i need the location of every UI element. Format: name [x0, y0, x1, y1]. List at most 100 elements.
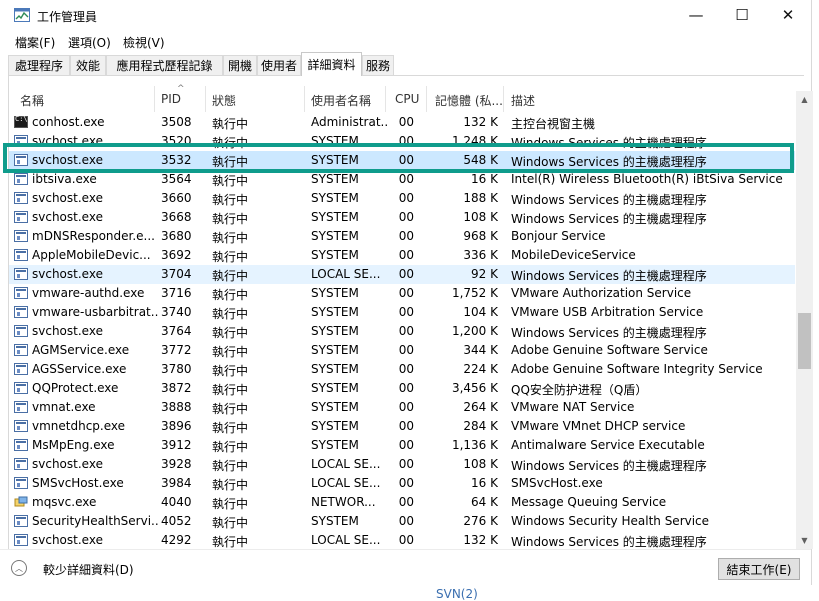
- console-icon: [14, 115, 28, 128]
- process-memory: 264 K: [463, 400, 498, 414]
- table-row[interactable]: svchost.exe 3668 執行中 SYSTEM 00 108 K Windows S…: [9, 208, 795, 227]
- process-name: mDNSResponder.e...: [32, 229, 155, 243]
- end-task-button[interactable]: 結束工作(E): [718, 558, 800, 580]
- process-user: SYSTEM: [311, 229, 359, 243]
- column-header-description[interactable]: 描述: [511, 92, 535, 109]
- column-header-status[interactable]: 狀態: [212, 92, 236, 109]
- column-divider[interactable]: [385, 86, 386, 112]
- column-divider[interactable]: [426, 86, 427, 112]
- table-row[interactable]: QQProtect.exe 3872 執行中 SYSTEM 00 3,456 K QQ安全防…: [9, 379, 795, 398]
- process-user: Administrat...: [311, 115, 387, 129]
- process-cpu: 00: [398, 115, 414, 129]
- table-row[interactable]: svchost.exe 3704 執行中 LOCAL SE... 00 92 K Windo…: [9, 265, 795, 284]
- process-pid: 3872: [161, 381, 192, 395]
- selection-highlight-box: [3, 143, 794, 173]
- process-description: Adobe Genuine Software Integrity Service: [511, 362, 763, 376]
- process-name: QQProtect.exe: [32, 381, 119, 395]
- menu-options[interactable]: 選項(O): [68, 34, 111, 51]
- process-status: 執行中: [212, 535, 249, 549]
- process-pid: 3564: [161, 172, 192, 186]
- table-row[interactable]: vmnetdhcp.exe 3896 執行中 SYSTEM 00 284 K VMware …: [9, 417, 795, 436]
- tab-app-history[interactable]: 應用程式歷程記錄: [106, 55, 223, 75]
- column-divider[interactable]: [503, 86, 504, 112]
- minimize-button[interactable]: —: [673, 0, 719, 30]
- table-row[interactable]: conhost.exe 3508 執行中 Administrat... 00 132 K 主…: [9, 113, 795, 132]
- fewer-details-link[interactable]: 較少詳細資料(D): [43, 561, 134, 578]
- process-status: 執行中: [212, 364, 249, 378]
- table-row[interactable]: AGSService.exe 3780 執行中 SYSTEM 00 224 K Adobe …: [9, 360, 795, 379]
- window-title: 工作管理員: [37, 10, 98, 24]
- table-row[interactable]: SMSvcHost.exe 3984 執行中 LOCAL SE... 00 16 K SMS…: [9, 474, 795, 493]
- column-divider[interactable]: [154, 86, 155, 112]
- scrollbar-thumb[interactable]: [798, 313, 811, 369]
- process-user: SYSTEM: [311, 248, 359, 262]
- process-status: 執行中: [212, 421, 249, 435]
- process-user: SYSTEM: [311, 400, 359, 414]
- process-memory: 108 K: [463, 210, 498, 224]
- table-row[interactable]: svchost.exe 3660 執行中 SYSTEM 00 188 K Windows S…: [9, 189, 795, 208]
- maximize-button[interactable]: ☐: [719, 0, 765, 30]
- process-name: svchost.exe: [32, 324, 103, 338]
- table-row[interactable]: svchost.exe 3928 執行中 LOCAL SE... 00 108 K Wind…: [9, 455, 795, 474]
- table-row[interactable]: vmnat.exe 3888 執行中 SYSTEM 00 264 K VMware NAT …: [9, 398, 795, 417]
- column-header-user[interactable]: 使用者名稱: [311, 92, 371, 109]
- process-memory: 224 K: [463, 362, 498, 376]
- service-icon: [14, 287, 28, 299]
- process-cpu: 00: [398, 457, 414, 471]
- tab-performance[interactable]: 效能: [70, 55, 106, 75]
- scroll-up-arrow-icon[interactable]: ▲: [796, 91, 813, 108]
- collapse-chevron-up-icon[interactable]: ︿: [11, 560, 27, 576]
- tab-details[interactable]: 詳細資料: [301, 52, 362, 76]
- process-pid: 3716: [161, 286, 192, 300]
- process-description: VMware Authorization Service: [511, 286, 692, 300]
- service-icon: [14, 173, 28, 185]
- table-row[interactable]: AppleMobileDevic... 3692 執行中 SYSTEM 00 336 K M…: [9, 246, 795, 265]
- task-manager-window: 工作管理員 — ☐ ✕ 檔案(F) 選項(O) 檢視(V) 處理程序 效能 應用…: [0, 0, 813, 585]
- process-name: mqsvc.exe: [32, 495, 97, 509]
- process-cpu: 00: [398, 495, 414, 509]
- table-row[interactable]: AGMService.exe 3772 執行中 SYSTEM 00 344 K Adobe …: [9, 341, 795, 360]
- column-header-pid[interactable]: PID: [161, 92, 181, 106]
- table-row[interactable]: mqsvc.exe 4040 執行中 NETWOR... 00 64 K Message Q…: [9, 493, 795, 512]
- table-row[interactable]: mDNSResponder.e... 3680 執行中 SYSTEM 00 968 K Bo…: [9, 227, 795, 246]
- scroll-down-arrow-icon[interactable]: ▼: [796, 532, 813, 549]
- process-user: LOCAL SE...: [311, 533, 381, 547]
- process-memory: 108 K: [463, 457, 498, 471]
- column-header-name[interactable]: 名稱: [20, 92, 44, 109]
- table-row[interactable]: svchost.exe 3764 執行中 SYSTEM 00 1,200 K Windows…: [9, 322, 795, 341]
- service-icon: [14, 420, 28, 432]
- process-description: Bonjour Service: [511, 229, 606, 243]
- service-icon: [14, 306, 28, 318]
- table-row[interactable]: svchost.exe 4292 執行中 LOCAL SE... 00 132 K Wind…: [9, 531, 795, 549]
- background-window-text: SVN(2): [436, 587, 478, 601]
- column-divider[interactable]: [205, 86, 206, 112]
- tab-startup[interactable]: 開機: [223, 55, 257, 75]
- column-header-memory[interactable]: 記憶體 (私...: [435, 92, 503, 109]
- process-description: Antimalware Service Executable: [511, 438, 705, 452]
- process-pid: 3912: [161, 438, 192, 452]
- tab-processes[interactable]: 處理程序: [8, 55, 70, 75]
- column-header-cpu[interactable]: CPU: [395, 92, 419, 106]
- table-row[interactable]: MsMpEng.exe 3912 執行中 SYSTEM 00 1,136 K Antimal…: [9, 436, 795, 455]
- table-row[interactable]: vmware-authd.exe 3716 執行中 SYSTEM 00 1,752 K VM…: [9, 284, 795, 303]
- process-status: 執行中: [212, 402, 249, 416]
- close-button[interactable]: ✕: [765, 0, 811, 30]
- process-memory: 188 K: [463, 191, 498, 205]
- tab-services[interactable]: 服務: [362, 55, 394, 75]
- vertical-scrollbar[interactable]: ▲ ▼: [796, 91, 813, 549]
- title-bar[interactable]: 工作管理員 — ☐ ✕: [0, 0, 811, 32]
- table-row[interactable]: SecurityHealthServi... 4052 執行中 SYSTEM 00 276…: [9, 512, 795, 531]
- process-memory: 344 K: [463, 343, 498, 357]
- column-divider[interactable]: [304, 86, 305, 112]
- service-icon: [14, 439, 28, 451]
- process-status: 執行中: [212, 497, 249, 511]
- process-user: LOCAL SE...: [311, 267, 381, 281]
- service-icon: [14, 230, 28, 242]
- menu-view[interactable]: 檢視(V): [123, 34, 165, 51]
- menu-file[interactable]: 檔案(F): [15, 34, 55, 51]
- table-row[interactable]: vmware-usbarbitrat... 3740 執行中 SYSTEM 00 104 …: [9, 303, 795, 322]
- process-memory: 276 K: [463, 514, 498, 528]
- process-user: SYSTEM: [311, 172, 359, 186]
- tab-bar: 處理程序 效能 應用程式歷程記錄 開機 使用者 詳細資料 服務: [8, 52, 804, 76]
- tab-users[interactable]: 使用者: [257, 55, 301, 75]
